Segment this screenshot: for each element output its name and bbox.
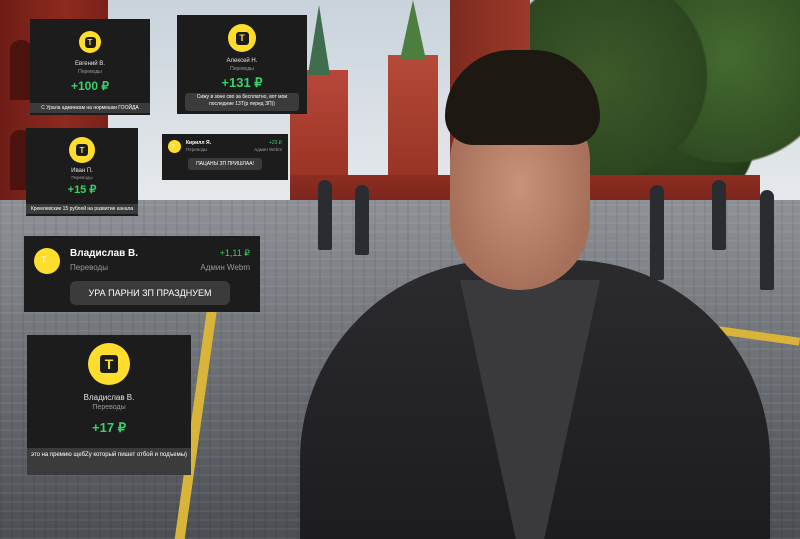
sender-name: Иван П. <box>71 168 93 174</box>
sender-name: Кирилл Я. <box>186 140 211 146</box>
transfer-amount: +131 ₽ <box>221 75 263 90</box>
tinkoff-logo-icon: T <box>34 248 60 274</box>
tinkoff-logo-icon: T <box>228 24 256 52</box>
transfer-category: Переводы <box>186 147 208 152</box>
sender-name: Владислав В. <box>70 248 139 259</box>
hair <box>445 50 600 145</box>
sender-name: Евгений В. <box>75 61 105 67</box>
transfer-message: С Урала админкам на нормешки ГООЙДА <box>30 103 150 113</box>
transfer-notification-card: T Владислав В. Переводы +17 ₽ это на пре… <box>27 335 191 475</box>
transfer-category: Переводы <box>230 66 254 72</box>
transfer-notification-card: T Иван П. Переводы +15 ₽ Кремлевские 15 … <box>26 128 138 216</box>
transfer-category: Переводы <box>70 263 108 272</box>
transfer-amount: +23 ₽ <box>268 140 282 146</box>
sender-name: Алексей Н. <box>226 58 258 64</box>
smiling-man <box>300 45 770 539</box>
transfer-category: Переводы <box>78 69 102 75</box>
transfer-amount: +100 ₽ <box>71 79 109 93</box>
transfer-notification-card: T Владислав В. Переводы +1,11 ₽ Админ We… <box>24 236 260 312</box>
transfer-notification-card: T Евгений В. Переводы +100 ₽ С Урала адм… <box>30 19 150 115</box>
tinkoff-logo-icon: T <box>79 31 101 53</box>
tinkoff-logo-icon: T <box>88 343 130 385</box>
transfer-category: Переводы <box>71 175 93 180</box>
transfer-notification-card: T Кирилл Я. Переводы +23 ₽ Админ Webm ПА… <box>162 134 288 180</box>
transfer-message: это на премию щебZy который пишет отбой … <box>27 448 191 475</box>
transfer-message: Сижу в зоне сво за бесплатно, вот мои по… <box>185 93 299 111</box>
tinkoff-logo-icon: T <box>69 137 95 163</box>
transfer-category: Переводы <box>92 404 126 411</box>
transfer-message: УРА ПАРНИ ЗП ПРАЗДНУЕМ <box>70 281 230 305</box>
tinkoff-logo-icon: T <box>168 140 181 153</box>
transfer-amount: +17 ₽ <box>92 420 126 435</box>
recipient-name: Админ Webm <box>200 263 250 272</box>
transfer-amount: +15 ₽ <box>67 184 97 196</box>
transfer-notification-card: T Алексей Н. Переводы +131 ₽ Сижу в зоне… <box>177 15 307 114</box>
recipient-name: Админ Webm <box>254 147 282 152</box>
transfer-amount: +1,11 ₽ <box>219 248 250 258</box>
sender-name: Владислав В. <box>83 393 135 402</box>
transfer-message: ПАЦАНЫ ЗП ПРИШЛАА! <box>188 158 262 170</box>
transfer-message: Кремлевские 15 рублей на развитие канала <box>26 204 138 214</box>
